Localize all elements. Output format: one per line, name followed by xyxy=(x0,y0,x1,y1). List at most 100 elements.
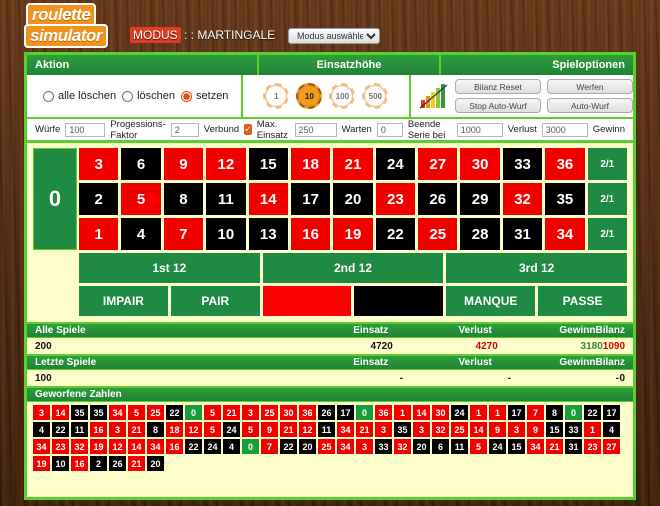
thrown-number: 26 xyxy=(109,456,126,471)
mode-select[interactable]: Modus auswählen xyxy=(288,28,380,44)
bet-cell-15[interactable]: 15 xyxy=(248,148,288,180)
dozen-bet-2[interactable]: 2nd 12 xyxy=(262,253,444,283)
radio-setzen[interactable]: setzen xyxy=(181,90,228,102)
werfen-button[interactable]: Werfen xyxy=(547,79,633,94)
dozen-bet-1[interactable]: 1st 12 xyxy=(79,253,260,283)
thrown-number: 14 xyxy=(413,405,430,420)
game-buttons-right: Werfen Auto-Wurf xyxy=(547,79,633,113)
even-bet-red[interactable] xyxy=(262,286,352,316)
bet-cell-28[interactable]: 28 xyxy=(460,218,500,250)
stats-all-verlust: 4270 xyxy=(475,340,498,352)
bet-cell-11[interactable]: 11 xyxy=(206,183,246,215)
number-grid-wrapper: 0 3 6 9 12 15 18 21 24 27 30 33 36 2/1 2 5 8 11 14 17 20 23 2… xyxy=(33,148,627,250)
bet-cell-27[interactable]: 27 xyxy=(418,148,458,180)
radio-alle-loeschen-input[interactable] xyxy=(43,90,54,102)
radio-setzen-input[interactable] xyxy=(181,90,193,102)
thrown-number: 15 xyxy=(508,439,525,454)
bet-cell-23[interactable]: 23 xyxy=(375,183,416,215)
bet-cell-zero[interactable]: 0 xyxy=(33,148,77,250)
radio-loeschen[interactable]: löschen xyxy=(122,90,175,102)
bet-cell-9[interactable]: 9 xyxy=(163,148,204,180)
radio-loeschen-input[interactable] xyxy=(122,90,134,102)
thrown-number: 1 xyxy=(394,405,411,420)
bet-cell-34[interactable]: 34 xyxy=(545,218,585,250)
even-bet-pair[interactable]: PAIR xyxy=(170,286,260,316)
bet-cell-8[interactable]: 8 xyxy=(163,183,204,215)
thrown-number: 25 xyxy=(261,405,278,420)
bet-cell-16[interactable]: 16 xyxy=(290,218,331,250)
stats-header-last: Letzte Spiele Einsatz Verlust Gewinn Bil… xyxy=(27,354,633,370)
chip-500[interactable]: 500 xyxy=(362,83,389,109)
column-bet-3[interactable]: 2/1 xyxy=(587,218,627,250)
bilanz-reset-button[interactable]: Bilanz Reset xyxy=(455,79,541,94)
bet-cell-32[interactable]: 32 xyxy=(502,183,543,215)
bet-cell-22[interactable]: 22 xyxy=(375,218,416,250)
bet-cell-2[interactable]: 2 xyxy=(79,183,119,215)
chip-1[interactable]: 1 xyxy=(263,83,290,109)
wuerfe-input[interactable] xyxy=(65,122,106,137)
even-money-bets: IMPAIR PAIR MANQUE PASSE xyxy=(33,286,627,316)
bet-cell-35[interactable]: 35 xyxy=(545,183,585,215)
thrown-number: 6 xyxy=(432,439,449,454)
bet-cell-14[interactable]: 14 xyxy=(248,183,288,215)
bet-cell-13[interactable]: 13 xyxy=(248,218,288,250)
bar-chart-icon[interactable] xyxy=(419,82,449,110)
bet-cell-1[interactable]: 1 xyxy=(79,218,119,250)
thrown-number: 5 xyxy=(204,422,221,437)
bet-cell-33[interactable]: 33 xyxy=(502,148,543,180)
radio-alle-loeschen[interactable]: alle löschen xyxy=(43,90,116,102)
even-bet-manque[interactable]: MANQUE xyxy=(446,286,536,316)
dozen-bet-3[interactable]: 3rd 12 xyxy=(446,253,628,283)
even-bet-passe[interactable]: PASSE xyxy=(538,286,627,316)
thrown-number: 36 xyxy=(375,405,392,420)
thrown-number: 27 xyxy=(603,439,620,454)
bet-cell-7[interactable]: 7 xyxy=(163,218,204,250)
bet-cell-25[interactable]: 25 xyxy=(418,218,458,250)
beende-serie-label: Beende Serie bei xyxy=(407,118,446,141)
bet-cell-3[interactable]: 3 xyxy=(79,148,119,180)
bet-cell-29[interactable]: 29 xyxy=(460,183,500,215)
even-bet-impair[interactable]: IMPAIR xyxy=(79,286,168,316)
bet-cell-31[interactable]: 31 xyxy=(502,218,543,250)
stop-auto-wurf-button[interactable]: Stop Auto-Wurf xyxy=(455,98,541,113)
warten-input[interactable] xyxy=(376,122,403,137)
bet-cell-19[interactable]: 19 xyxy=(333,218,373,250)
bet-cell-36[interactable]: 36 xyxy=(545,148,585,180)
thrown-number: 24 xyxy=(489,439,506,454)
bet-cell-17[interactable]: 17 xyxy=(290,183,331,215)
column-bet-2[interactable]: 2/1 xyxy=(587,183,627,215)
bet-cell-20[interactable]: 20 xyxy=(333,183,373,215)
even-bet-black[interactable] xyxy=(354,286,444,316)
bet-cell-4[interactable]: 4 xyxy=(121,218,161,250)
bet-cell-18[interactable]: 18 xyxy=(290,148,331,180)
thrown-number: 16 xyxy=(71,456,88,471)
thrown-number: 11 xyxy=(71,422,88,437)
beende-serie-input[interactable] xyxy=(456,122,503,137)
bet-cell-5[interactable]: 5 xyxy=(121,183,161,215)
thrown-number: 4 xyxy=(33,422,50,437)
bet-cell-30[interactable]: 30 xyxy=(460,148,500,180)
bet-cell-24[interactable]: 24 xyxy=(375,148,416,180)
thrown-number: 32 xyxy=(432,422,449,437)
thrown-number: 20 xyxy=(299,439,316,454)
bet-cell-10[interactable]: 10 xyxy=(206,218,246,250)
thrown-number: 21 xyxy=(128,422,145,437)
site-logo[interactable]: roulette simulator xyxy=(24,2,139,48)
logo-line-2: simulator xyxy=(24,23,109,48)
warten-label: Warten xyxy=(341,124,372,135)
verlust-input[interactable] xyxy=(541,122,588,137)
thrown-number: 21 xyxy=(356,422,373,437)
bet-cell-26[interactable]: 26 xyxy=(418,183,458,215)
bet-cell-6[interactable]: 6 xyxy=(121,148,161,180)
max-einsatz-input[interactable] xyxy=(294,122,337,137)
bet-cell-21[interactable]: 21 xyxy=(333,148,373,180)
column-bet-1[interactable]: 2/1 xyxy=(587,148,627,180)
verbund-checkbox[interactable]: ✓ xyxy=(244,124,252,135)
stats-col-verlust-2: Verlust xyxy=(458,357,492,368)
chip-10[interactable]: 10 xyxy=(296,83,323,109)
thrown-number: 5 xyxy=(128,405,145,420)
chip-100[interactable]: 100 xyxy=(329,83,356,109)
bet-cell-12[interactable]: 12 xyxy=(206,148,246,180)
progression-input[interactable] xyxy=(170,122,199,137)
auto-wurf-button[interactable]: Auto-Wurf xyxy=(547,98,633,113)
